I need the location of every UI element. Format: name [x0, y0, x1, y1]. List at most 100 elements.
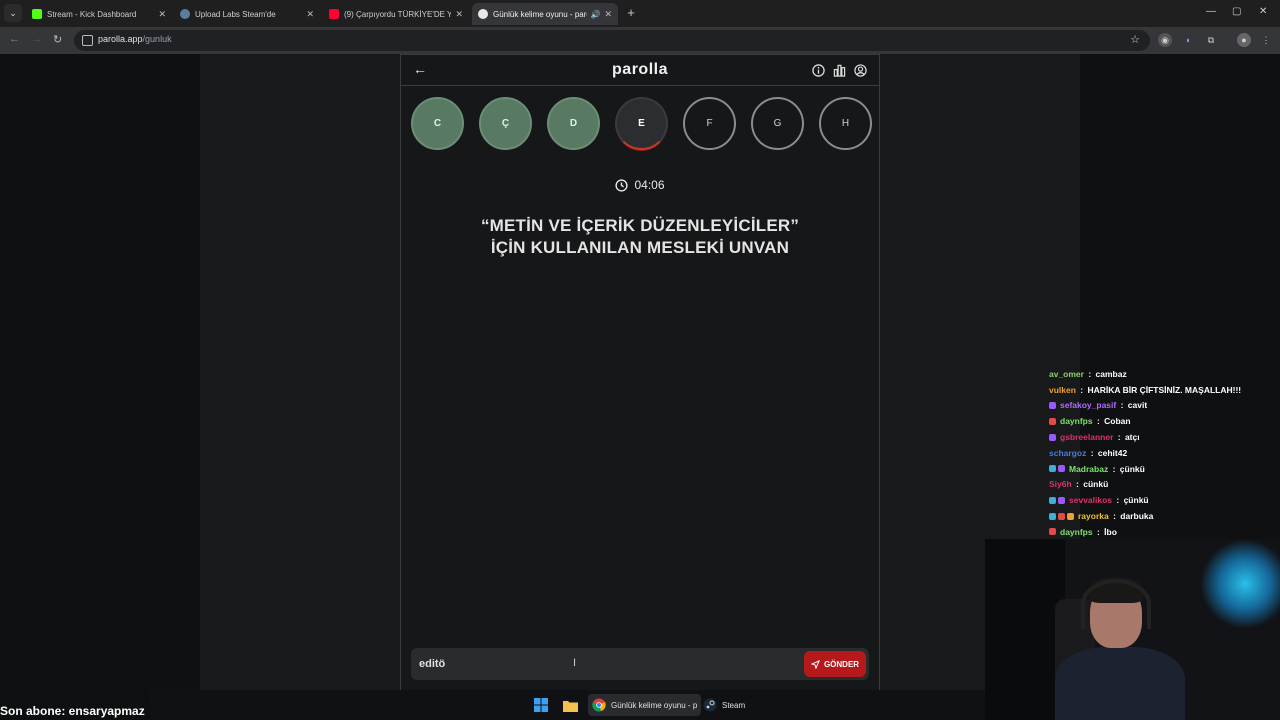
chat-text: Coban	[1104, 416, 1131, 427]
stats-icon[interactable]	[832, 63, 846, 77]
file-explorer-icon[interactable]	[563, 697, 578, 713]
chat-separator: :	[1118, 400, 1126, 411]
chat-separator: :	[1094, 416, 1103, 427]
extension-icon[interactable]: ◗	[1181, 33, 1195, 47]
chat-badge-icon	[1049, 417, 1056, 425]
tab-youtube-video[interactable]: (9) Çarpıyordu TÜRKİYE'DE YAŞ ✕	[323, 3, 469, 25]
chat-username: vulken	[1049, 384, 1076, 395]
browser-toolbar: ← → ↻ parolla.app/gunluk ☆	[0, 27, 1280, 54]
timer-value: 04:06	[634, 178, 665, 192]
info-icon[interactable]	[811, 63, 825, 77]
chat-badge-icon	[1067, 512, 1074, 520]
extensions-puzzle-icon[interactable]: ⧉	[1204, 33, 1218, 47]
chat-username: Madrabaz	[1069, 463, 1109, 474]
chat-message: Siy6h : cünkü	[1049, 477, 1277, 493]
chat-text: cambaz	[1095, 368, 1127, 379]
browser-menu-icon[interactable]: ⋮	[1259, 33, 1273, 47]
bookmark-star-icon[interactable]: ☆	[1130, 33, 1140, 46]
chat-text: İbo	[1104, 526, 1117, 537]
user-profile-icon[interactable]	[853, 63, 867, 77]
chat-separator: :	[1110, 511, 1119, 522]
app-logo[interactable]: parolla	[401, 61, 879, 79]
answer-bar: I GÖNDER	[411, 648, 869, 680]
letter-circle: H	[819, 97, 872, 150]
chat-username: daynfps	[1060, 416, 1093, 427]
last-subscriber-text: Son abone: ensaryapmaz	[0, 704, 145, 718]
parolla-game-panel: ← parolla C Ç D E F G H 04:06 “METİN VE …	[400, 54, 880, 690]
chat-badge-icon	[1049, 401, 1056, 409]
chat-separator: :	[1088, 447, 1096, 458]
maximize-icon[interactable]: ▢	[1232, 6, 1241, 17]
chat-message: sevvalikos : çünkü	[1049, 492, 1277, 508]
chat-badge-icon	[1058, 496, 1065, 504]
close-window-icon[interactable]: ✕	[1259, 6, 1267, 17]
chat-message: daynfps : İbo	[1049, 524, 1277, 540]
taskbar-label: Steam	[722, 700, 746, 710]
taskbar-label: Günlük kelime oyunu - p	[611, 700, 698, 710]
tab-kick-dashboard[interactable]: Stream - Kick Dashboard ✕	[26, 3, 172, 25]
close-tab-icon[interactable]: ✕	[455, 9, 463, 20]
letter-circle: Ç	[479, 97, 532, 150]
audio-playing-icon[interactable]: 🔊	[590, 10, 600, 19]
chat-text: cavit	[1127, 400, 1148, 411]
site-info-icon[interactable]	[82, 35, 93, 46]
chat-text: atçı	[1124, 432, 1140, 443]
chat-badge-icon	[1049, 496, 1056, 504]
chat-text: HARİKA BİR ÇİFTSİNİZ. MAŞALLAH!!!	[1087, 384, 1242, 395]
webcam-background	[985, 539, 1065, 720]
taskbar-steam-item[interactable]: Steam	[703, 697, 745, 713]
answer-input[interactable]	[419, 655, 779, 673]
question-text: “METİN VE İÇERİK DÜZENLEYİCİLER” İÇİN KU…	[431, 215, 849, 259]
chat-text: cehit42	[1097, 447, 1128, 458]
webcam-neon-light	[1200, 539, 1280, 629]
chat-text: çünkü	[1119, 463, 1145, 474]
close-tab-icon[interactable]: ✕	[306, 9, 314, 20]
back-arrow-icon[interactable]: ←	[9, 33, 20, 45]
address-bar[interactable]: parolla.app/gunluk ☆	[74, 30, 1150, 51]
chat-separator: :	[1073, 479, 1082, 490]
chat-text: çünkü	[1123, 495, 1149, 506]
tab-title: Stream - Kick Dashboard	[47, 9, 137, 19]
page-background	[0, 54, 200, 690]
countdown-timer: 04:06	[401, 178, 879, 192]
profile-avatar-icon[interactable]: ●	[1237, 33, 1251, 47]
new-tab-icon[interactable]: +	[623, 5, 639, 21]
webcam-overlay	[985, 539, 1280, 720]
chat-message: daynfps : Coban	[1049, 413, 1277, 429]
windows-start-icon[interactable]	[534, 697, 548, 713]
minimize-icon[interactable]: —	[1206, 6, 1216, 17]
chat-badge-icon	[1058, 465, 1065, 473]
letter-circle: G	[751, 97, 804, 150]
letter-circle-current: E	[615, 97, 668, 150]
chat-message: Madrabaz : çünkü	[1049, 461, 1277, 477]
chat-text: cünkü	[1083, 479, 1109, 490]
reload-icon[interactable]: ↻	[53, 33, 62, 46]
tab-parolla-active[interactable]: Günlük kelime oyunu - paro 🔊 ✕	[472, 3, 618, 25]
send-label: GÖNDER	[823, 659, 860, 669]
tab-title: Günlük kelime oyunu - paro	[493, 9, 588, 19]
chat-badge-icon	[1058, 512, 1065, 520]
chat-username: schargoz	[1049, 447, 1087, 458]
chrome-icon	[592, 698, 606, 712]
chat-badge-icon	[1049, 433, 1056, 441]
send-button[interactable]: GÖNDER	[804, 651, 866, 677]
close-tab-icon[interactable]: ✕	[158, 9, 166, 20]
send-arrow-icon	[810, 659, 820, 669]
close-tab-icon[interactable]: ✕	[604, 9, 612, 20]
chat-message: schargoz : cehit42	[1049, 445, 1277, 461]
webcam-headset	[1081, 579, 1151, 629]
taskbar-chrome-item[interactable]: Günlük kelime oyunu - p	[588, 694, 702, 716]
letter-circle: F	[683, 97, 736, 150]
chat-username: av_omer	[1049, 368, 1084, 379]
chat-message: rayorka : darbuka	[1049, 508, 1277, 524]
letter-circle: C	[411, 97, 464, 150]
tab-search-icon[interactable]: ⌄	[4, 4, 22, 22]
chat-separator: :	[1077, 384, 1086, 395]
forward-arrow-icon[interactable]: →	[31, 33, 42, 45]
steam-icon	[180, 9, 190, 19]
chat-separator: :	[1094, 526, 1103, 537]
question-line: İÇİN KULLANILAN MESLEKİ UNVAN	[490, 238, 790, 257]
chat-username: rayorka	[1078, 511, 1109, 522]
tab-upload-labs[interactable]: Upload Labs Steam'de ✕	[174, 3, 320, 25]
extension-icon[interactable]: ◉	[1158, 33, 1172, 47]
